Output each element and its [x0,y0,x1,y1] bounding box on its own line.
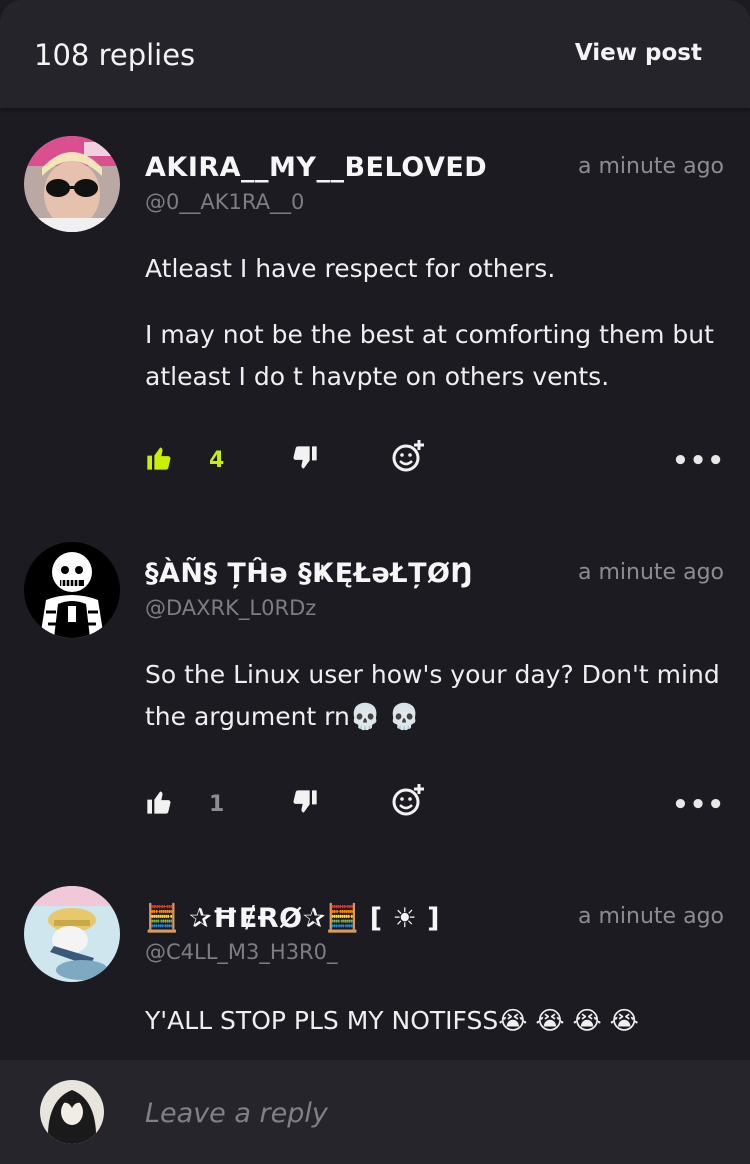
timestamp: a minute ago [578,904,724,929]
current-user-avatar [40,1080,104,1144]
replies-header: 108 replies View post [0,0,750,108]
reply-bar: Leave a reply [0,1060,750,1164]
thumbs-down-icon [293,790,317,813]
more-icon: ••• [672,446,725,476]
thumbs-up-icon [147,447,171,470]
add-reaction-icon [392,440,424,472]
comment-actions: 4 ••• [145,440,725,484]
dislike-button[interactable] [291,444,319,476]
comment-body: So the Linux user how's your day? Don't … [145,654,725,762]
more-options-button[interactable]: ••• [672,790,725,820]
comment-text: I may not be the best at comforting them… [145,320,714,391]
author-handle[interactable]: @C4LL_M3_H3R0_ [145,940,338,964]
author-name[interactable]: §ÀÑ§ ȚĤə §ҜĘŁəŁȚØŊ [145,558,474,589]
more-options-button[interactable]: ••• [672,446,725,476]
comment-body: Atleast I have respect for others. I may… [145,248,725,422]
author-name[interactable]: 🧮 ✰ĦɆɌØ✰🧮 [ ☀ ] [145,902,440,934]
comment-body: Y'ALL STOP PLS MY NOTIFSS😭 😭 😭 😭 [145,1000,725,1066]
more-icon: ••• [672,790,725,820]
avatar[interactable] [24,542,120,638]
thumbs-down-icon [293,446,317,469]
like-count: 1 [209,792,225,817]
dislike-button[interactable] [291,788,319,820]
view-post-button[interactable]: View post [575,40,702,66]
timestamp: a minute ago [578,560,724,585]
avatar[interactable] [24,136,120,232]
add-reaction-icon [392,784,424,816]
like-button[interactable] [145,444,173,476]
author-name[interactable]: AKIRA__MY__BELOVED [145,152,487,183]
like-button[interactable] [145,788,173,820]
reply-count: 108 replies [34,38,196,72]
comment-actions: 1 ••• [145,784,725,828]
like-count: 4 [209,448,225,473]
comment-text: Atleast I have respect for others. [145,254,556,283]
thumbs-up-icon [147,791,171,814]
reply-input[interactable]: Leave a reply [145,1098,328,1129]
comment-text: Y'ALL STOP PLS MY NOTIFSS😭 😭 😭 😭 [145,1006,639,1035]
author-handle[interactable]: @0__AK1RA__0 [145,190,304,214]
timestamp: a minute ago [578,154,724,179]
add-reaction-button[interactable] [391,782,427,822]
avatar[interactable] [24,886,120,982]
author-handle[interactable]: @DAXRK_L0RDz [145,596,316,620]
add-reaction-button[interactable] [391,438,427,478]
comment-text: So the Linux user how's your day? Don't … [145,660,720,731]
